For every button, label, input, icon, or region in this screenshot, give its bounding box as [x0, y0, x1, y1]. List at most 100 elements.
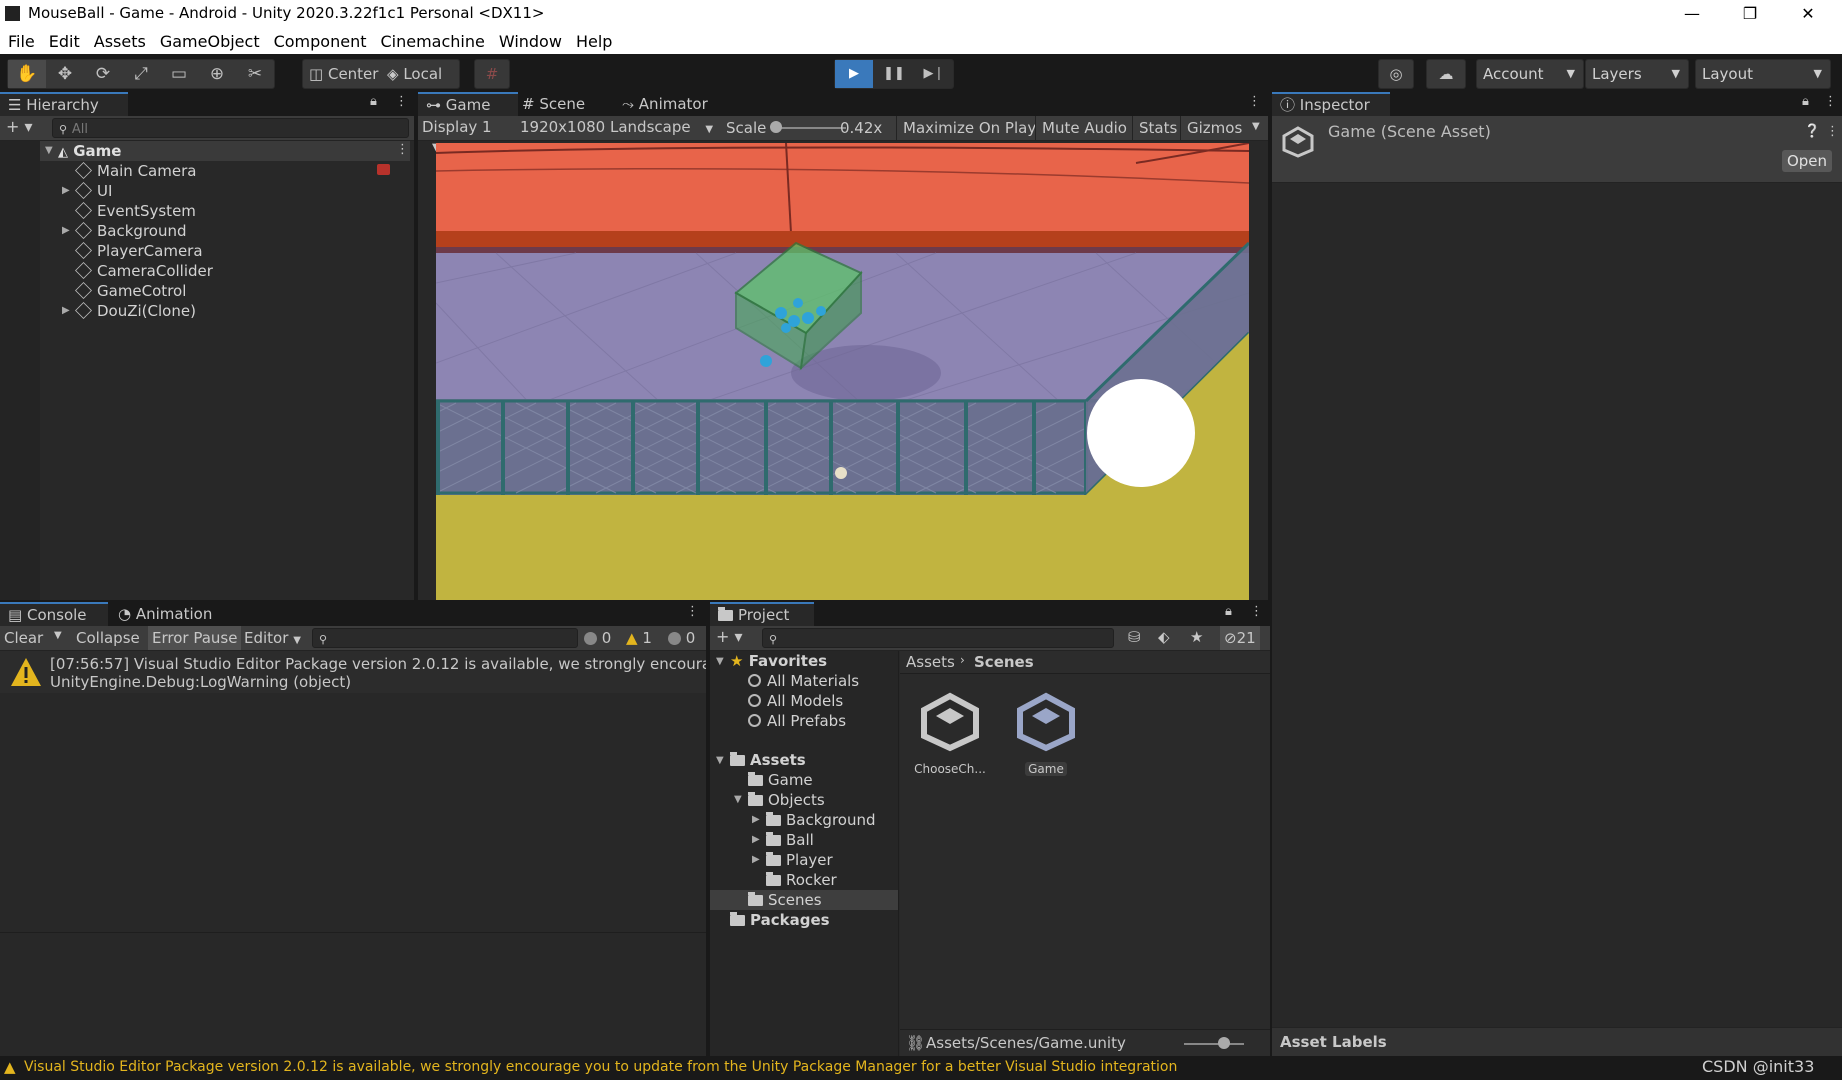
resolution-dropdown[interactable]: 1920x1080 Landscape ▼ [520, 118, 720, 136]
foldout-closed-icon[interactable]: ▶ [752, 854, 760, 865]
folder-item-selected[interactable]: Scenes [748, 890, 822, 910]
chevron-down-icon[interactable]: ▼ [1252, 121, 1260, 132]
tab-console[interactable]: ▤ Console [0, 602, 108, 626]
step-icon[interactable]: ▶❘ [915, 60, 953, 88]
scale-tool-icon[interactable]: ⤢ [122, 60, 160, 88]
favorite-item[interactable]: All Prefabs [748, 711, 846, 731]
add-icon[interactable]: + ▾ [6, 117, 33, 136]
rect-tool-icon[interactable]: ▭ [160, 60, 198, 88]
project-search-input[interactable]: ⚲ [762, 628, 1114, 648]
assets-folder[interactable]: Assets [730, 750, 806, 770]
cloud-icon[interactable]: ☁ [1426, 59, 1466, 89]
grid-snap-icon[interactable]: # [474, 59, 510, 89]
breadcrumb-assets[interactable]: Assets [906, 653, 955, 671]
tab-animator[interactable]: ⤳ Animator [622, 92, 722, 116]
hierarchy-item[interactable]: PlayerCamera [75, 241, 203, 261]
hierarchy-item[interactable]: GameCotrol [75, 281, 186, 301]
folder-item[interactable]: Rocker [766, 870, 837, 890]
menu-window[interactable]: Window [499, 32, 562, 51]
maximize-on-play-toggle[interactable]: Maximize On Play [896, 116, 1042, 140]
hierarchy-item[interactable]: EventSystem [75, 201, 196, 221]
rotate-tool-icon[interactable]: ⟳ [84, 60, 122, 88]
tab-project[interactable]: Project [710, 602, 814, 626]
foldout-closed-icon[interactable]: ▶ [62, 225, 70, 236]
pivot-center-button[interactable]: ◫ Center [309, 60, 378, 88]
packages-folder[interactable]: Packages [730, 910, 830, 930]
chevron-down-icon[interactable]: ▼ [54, 630, 62, 641]
foldout-closed-icon[interactable]: ▶ [62, 185, 70, 196]
asset-tile-selected[interactable]: Game [1010, 692, 1082, 782]
favorite-item[interactable]: All Models [748, 691, 843, 711]
asset-tile[interactable]: ChooseCh... [914, 692, 986, 782]
tab-game[interactable]: ⊶ Game [418, 92, 518, 116]
icon-size-slider-thumb[interactable] [1218, 1037, 1230, 1049]
menu-assets[interactable]: Assets [94, 32, 146, 51]
log-count-toggle[interactable]: 0 [584, 629, 611, 647]
mute-audio-toggle[interactable]: Mute Audio [1035, 116, 1133, 140]
menu-cinemachine[interactable]: Cinemachine [380, 32, 484, 51]
move-tool-icon[interactable]: ✥ [46, 60, 84, 88]
joystick-circle[interactable] [1087, 379, 1195, 487]
favorite-star-icon[interactable]: ★ [1190, 628, 1203, 646]
kebab-menu-icon[interactable]: ⋮ [1248, 94, 1261, 109]
account-dropdown[interactable]: Account ▼ [1476, 59, 1584, 89]
foldout-closed-icon[interactable]: ▶ [752, 814, 760, 825]
close-button[interactable]: ✕ [1779, 0, 1837, 28]
foldout-closed-icon[interactable]: ▶ [62, 305, 70, 316]
error-count-toggle[interactable]: 0 [668, 629, 695, 647]
hierarchy-item[interactable]: Background [75, 221, 187, 241]
console-search-input[interactable]: ⚲ [312, 628, 578, 648]
menu-help[interactable]: Help [576, 32, 612, 51]
status-bar[interactable]: ▲ Visual Studio Editor Package version 2… [0, 1056, 1842, 1080]
help-icon[interactable]: ❔ [1804, 124, 1820, 139]
game-viewport[interactable] [436, 143, 1249, 600]
console-log-entry[interactable]: [07:56:57] Visual Studio Editor Package … [0, 651, 706, 693]
menu-component[interactable]: Component [274, 32, 367, 51]
gizmos-toggle[interactable]: Gizmos [1180, 116, 1248, 140]
filter-type-icon[interactable]: ⛁ [1128, 628, 1141, 646]
collab-icon[interactable]: ◎ [1378, 59, 1414, 89]
hierarchy-search-input[interactable]: ⚲ All [52, 118, 409, 138]
clear-button[interactable]: Clear [4, 629, 43, 647]
icon-size-slider[interactable] [1184, 1043, 1244, 1045]
tab-inspector[interactable]: ⓘ Inspector [1272, 92, 1390, 116]
pause-icon[interactable]: ❚❚ [875, 60, 913, 88]
layout-dropdown[interactable]: Layout ▼ [1695, 59, 1831, 89]
transform-tool-icon[interactable]: ⊕ [198, 60, 236, 88]
collapse-toggle[interactable]: Collapse [76, 629, 140, 647]
folder-item[interactable]: Objects [748, 790, 825, 810]
folder-item[interactable]: Background [766, 810, 876, 830]
editor-dropdown[interactable]: Editor ▼ [244, 629, 301, 647]
tab-hierarchy[interactable]: ☰ Hierarchy [0, 92, 128, 116]
hierarchy-item[interactable]: Main Camera [75, 161, 196, 181]
favorites-header[interactable]: ★ Favorites [730, 651, 827, 671]
favorite-item[interactable]: All Materials [748, 671, 859, 691]
hierarchy-item[interactable]: CameraCollider [75, 261, 213, 281]
create-icon[interactable]: + ▾ [716, 627, 743, 646]
hierarchy-item[interactable]: DouZi(Clone) [75, 301, 196, 321]
hierarchy-item[interactable]: UI [75, 181, 112, 201]
tab-animation[interactable]: ◔ Animation [118, 602, 238, 626]
kebab-menu-icon[interactable]: ⋮ [1824, 94, 1837, 109]
foldout-open-icon[interactable]: ▼ [716, 656, 724, 667]
pivot-local-button[interactable]: ◈ Local [387, 60, 442, 88]
custom-tool-icon[interactable]: ✂ [236, 60, 274, 88]
menu-edit[interactable]: Edit [49, 32, 80, 51]
menu-gameobject[interactable]: GameObject [160, 32, 260, 51]
kebab-menu-icon[interactable]: ⋮ [395, 94, 408, 109]
hidden-packages-toggle[interactable]: ⊘21 [1220, 626, 1260, 650]
lock-icon[interactable]: 🔒︎ [370, 94, 377, 109]
kebab-menu-icon[interactable]: ⋮ [686, 604, 699, 619]
scale-slider[interactable] [774, 127, 846, 129]
menu-file[interactable]: File [8, 32, 35, 51]
scale-slider-thumb[interactable] [770, 121, 782, 133]
lock-icon[interactable]: 🔒︎ [1802, 94, 1809, 109]
foldout-closed-icon[interactable]: ▶ [752, 834, 760, 845]
open-button[interactable]: Open [1782, 150, 1832, 172]
lock-icon[interactable]: 🔒︎ [1225, 604, 1232, 619]
error-pause-toggle[interactable]: Error Pause [148, 626, 242, 650]
foldout-open-icon[interactable]: ▼ [716, 755, 724, 766]
tab-scene[interactable]: # Scene [522, 92, 612, 116]
kebab-menu-icon[interactable]: ⋮ [1826, 124, 1839, 139]
minimize-button[interactable]: — [1663, 0, 1721, 28]
